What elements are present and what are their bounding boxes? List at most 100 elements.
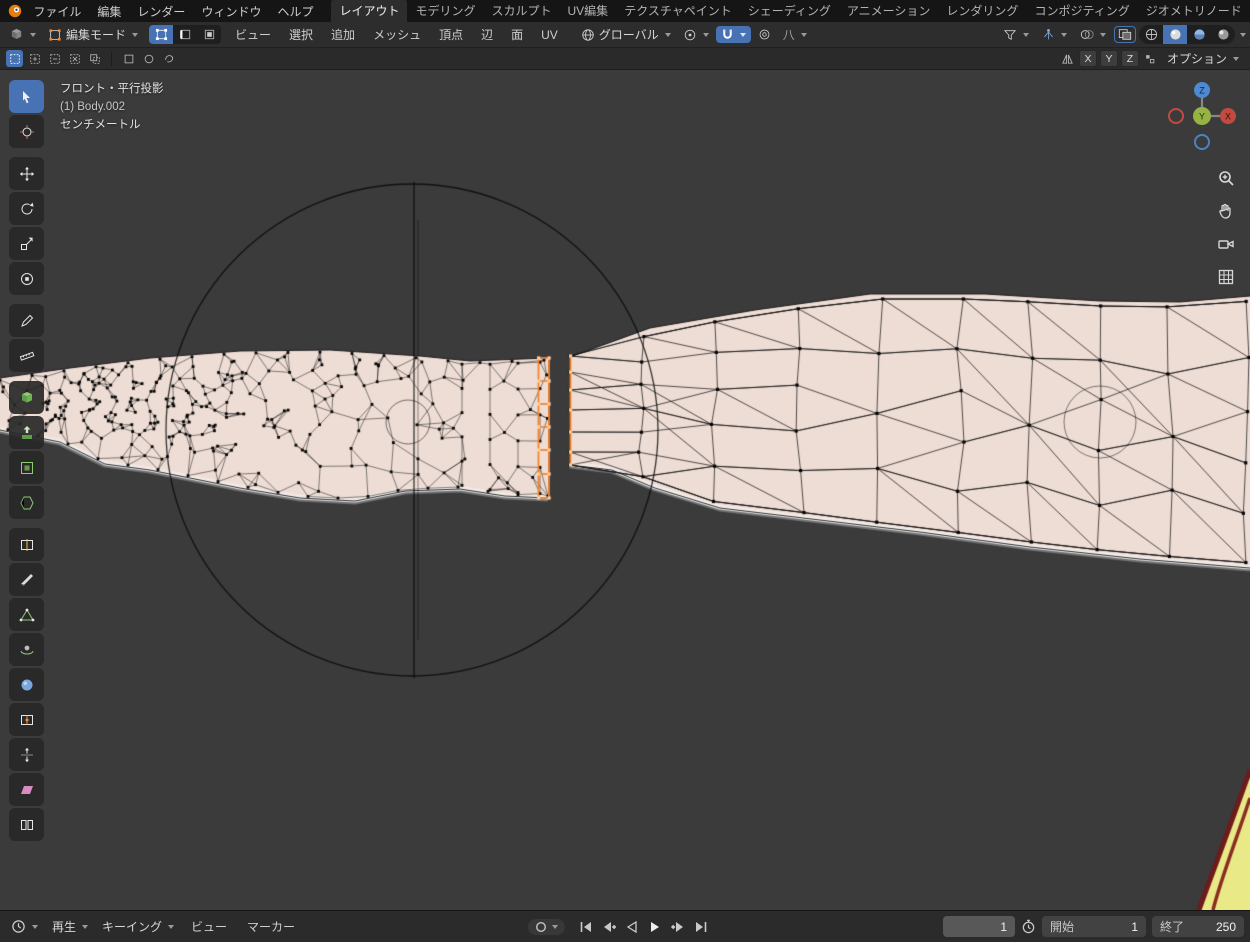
jump-to-end-button[interactable] (690, 916, 711, 938)
tab-shading[interactable]: シェーディング (740, 0, 839, 22)
snap-extra-icon[interactable] (1142, 50, 1159, 67)
select-mode-extend-icon[interactable] (26, 50, 43, 67)
tab-modeling[interactable]: モデリング (407, 0, 483, 22)
proportional-falloff-dropdown[interactable]: 八 (778, 24, 812, 45)
mirror-x-button[interactable]: X (1079, 50, 1097, 67)
menu-vertex[interactable]: 頂点 (431, 23, 471, 46)
next-keyframe-button[interactable] (667, 916, 688, 938)
menu-view[interactable]: ビュー (227, 23, 279, 46)
play-reverse-button[interactable] (621, 916, 642, 938)
tool-select-box[interactable] (9, 80, 44, 113)
tool-shrink-fatten[interactable] (9, 738, 44, 771)
tool-knife[interactable] (9, 563, 44, 596)
menu-mesh[interactable]: メッシュ (365, 23, 429, 46)
menu-help[interactable]: ヘルプ (269, 0, 321, 23)
prev-keyframe-button[interactable] (598, 916, 619, 938)
select-mode-intersect-icon[interactable] (86, 50, 103, 67)
shading-rendered-button[interactable] (1211, 25, 1235, 44)
shading-solid-button[interactable] (1163, 25, 1187, 44)
tool-poly-build[interactable] (9, 598, 44, 631)
shading-dropdown-caret[interactable] (1240, 33, 1246, 37)
menu-face[interactable]: 面 (503, 23, 531, 46)
viewport-canvas[interactable] (0, 70, 1250, 910)
pivot-point-dropdown[interactable] (678, 26, 714, 44)
frame-end-field[interactable]: 終了 250 (1152, 916, 1244, 937)
toggle-xray-button[interactable] (1114, 26, 1136, 43)
face-select-button[interactable] (197, 25, 221, 44)
timeline-view-menu[interactable]: ビュー (183, 915, 235, 938)
tab-sculpting[interactable]: スカルプト (484, 0, 560, 22)
tweak-tool-icon[interactable] (120, 50, 137, 67)
tool-edge-slide[interactable] (9, 703, 44, 736)
show-gizmo-dropdown[interactable] (1037, 26, 1072, 43)
tool-inset-faces[interactable] (9, 451, 44, 484)
tool-shear[interactable] (9, 773, 44, 806)
tool-spin[interactable] (9, 633, 44, 666)
mirror-z-button[interactable]: Z (1121, 50, 1139, 67)
camera-view-icon[interactable] (1214, 232, 1238, 256)
mirror-y-button[interactable]: Y (1100, 50, 1118, 67)
object-visibility-dropdown[interactable] (998, 27, 1034, 43)
tool-move[interactable] (9, 157, 44, 190)
options-dropdown[interactable]: オプション (1162, 48, 1244, 69)
tab-layout[interactable]: レイアウト (331, 0, 407, 22)
playback-menu[interactable]: 再生 (47, 916, 93, 937)
menu-window[interactable]: ウィンドウ (193, 0, 269, 23)
select-mode-new-icon[interactable] (6, 50, 23, 67)
tool-loop-cut[interactable] (9, 528, 44, 561)
tool-measure[interactable] (9, 339, 44, 372)
tab-animation[interactable]: アニメーション (839, 0, 939, 22)
zoom-icon[interactable] (1214, 166, 1238, 190)
tool-extrude-region[interactable] (9, 416, 44, 449)
tab-geometry-nodes[interactable]: ジオメトリノード (1138, 0, 1246, 22)
menu-add[interactable]: 追加 (323, 23, 363, 46)
grid-ortho-icon[interactable] (1214, 265, 1238, 289)
proportional-edit-toggle[interactable] (753, 26, 776, 43)
navigation-gizmo[interactable]: Z X Y (1162, 76, 1242, 156)
tool-bevel[interactable] (9, 486, 44, 519)
edge-select-button[interactable] (173, 25, 197, 44)
select-mode-invert-icon[interactable] (66, 50, 83, 67)
frame-start-field[interactable]: 開始 1 (1042, 916, 1146, 937)
blender-logo-icon[interactable] (6, 2, 23, 20)
tool-add-cube[interactable] (9, 381, 44, 414)
tool-cursor[interactable] (9, 115, 44, 148)
axis-neg-z-ball[interactable] (1195, 135, 1209, 149)
select-mode-subtract-icon[interactable] (46, 50, 63, 67)
current-frame-field[interactable]: 1 (943, 916, 1015, 937)
vertex-select-button[interactable] (149, 25, 173, 44)
keying-menu[interactable]: キーイング (97, 916, 179, 937)
menu-select[interactable]: 選択 (281, 23, 321, 46)
stopwatch-icon[interactable] (1021, 919, 1036, 934)
tab-rendering[interactable]: レンダリング (938, 0, 1026, 22)
timeline-editor-type-button[interactable] (6, 917, 43, 936)
menu-uv[interactable]: UV (533, 25, 566, 45)
tab-uv-editing[interactable]: UV編集 (560, 0, 617, 22)
tool-annotate[interactable] (9, 304, 44, 337)
transform-orientation-dropdown[interactable]: グローバル (576, 24, 676, 45)
shading-wireframe-button[interactable] (1139, 25, 1163, 44)
menu-file[interactable]: ファイル (25, 0, 89, 23)
tool-rip-region[interactable] (9, 808, 44, 841)
pan-hand-icon[interactable] (1214, 199, 1238, 223)
snap-toggle[interactable] (716, 26, 751, 43)
tool-transform[interactable] (9, 262, 44, 295)
axis-neg-x-ball[interactable] (1169, 109, 1183, 123)
editor-type-button[interactable] (4, 25, 41, 44)
menu-edge[interactable]: 辺 (473, 23, 501, 46)
tool-rotate[interactable] (9, 192, 44, 225)
auto-keying-group[interactable] (528, 919, 565, 935)
timeline-marker-menu[interactable]: マーカー (239, 915, 303, 938)
jump-to-start-button[interactable] (575, 916, 596, 938)
show-overlays-dropdown[interactable] (1075, 26, 1111, 43)
circle-select-icon[interactable] (140, 50, 157, 67)
shading-material-button[interactable] (1187, 25, 1211, 44)
tool-scale[interactable] (9, 227, 44, 260)
menu-edit[interactable]: 編集 (89, 0, 129, 23)
tab-texture-paint[interactable]: テクスチャペイント (616, 0, 740, 22)
tool-smooth[interactable] (9, 668, 44, 701)
tab-compositing[interactable]: コンポジティング (1026, 0, 1137, 22)
lasso-select-icon[interactable] (160, 50, 177, 67)
menu-render[interactable]: レンダー (129, 0, 193, 23)
play-button[interactable] (644, 916, 665, 938)
